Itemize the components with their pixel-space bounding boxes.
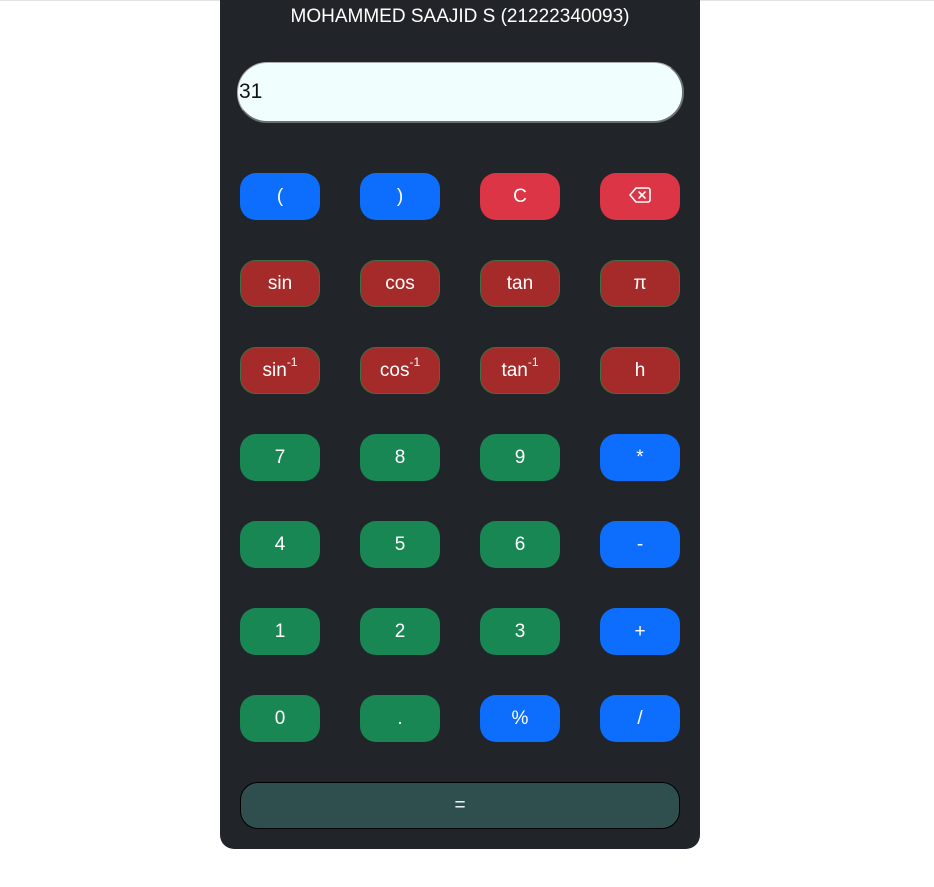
atan-button[interactable]: tan-1 — [480, 347, 560, 394]
digit-5-button[interactable]: 5 — [360, 521, 440, 568]
decimal-point-button[interactable]: . — [360, 695, 440, 742]
atan-label: tan — [501, 360, 528, 381]
calculator-title: MOHAMMED SAAJID S (21222340093) — [290, 6, 630, 27]
inverse-superscript: -1 — [409, 354, 421, 369]
close-paren-button[interactable]: ) — [360, 173, 440, 220]
multiply-button[interactable]: * — [600, 434, 680, 481]
minus-button[interactable]: - — [600, 521, 680, 568]
asin-button[interactable]: sin-1 — [240, 347, 320, 394]
plus-button[interactable]: + — [600, 608, 680, 655]
clear-button[interactable]: C — [480, 173, 560, 220]
pi-button[interactable]: π — [600, 260, 680, 307]
digit-9-button[interactable]: 9 — [480, 434, 560, 481]
inverse-superscript: -1 — [286, 354, 298, 369]
backspace-icon — [629, 187, 651, 203]
equals-button[interactable]: = — [240, 782, 680, 829]
digit-2-button[interactable]: 2 — [360, 608, 440, 655]
divide-button[interactable]: / — [600, 695, 680, 742]
digit-7-button[interactable]: 7 — [240, 434, 320, 481]
inverse-superscript: -1 — [527, 354, 539, 369]
h-button[interactable]: h — [600, 347, 680, 394]
sin-button[interactable]: sin — [240, 260, 320, 307]
display-input[interactable] — [237, 62, 684, 123]
digit-4-button[interactable]: 4 — [240, 521, 320, 568]
open-paren-button[interactable]: ( — [240, 173, 320, 220]
digit-8-button[interactable]: 8 — [360, 434, 440, 481]
tan-button[interactable]: tan — [480, 260, 560, 307]
digit-3-button[interactable]: 3 — [480, 608, 560, 655]
calculator-panel: MOHAMMED SAAJID S (21222340093) ( ) C si… — [220, 0, 700, 849]
acos-button[interactable]: cos-1 — [360, 347, 440, 394]
acos-label: cos — [379, 360, 410, 381]
digit-0-button[interactable]: 0 — [240, 695, 320, 742]
cos-button[interactable]: cos — [360, 260, 440, 307]
digit-1-button[interactable]: 1 — [240, 608, 320, 655]
backspace-button[interactable] — [600, 173, 680, 220]
digit-6-button[interactable]: 6 — [480, 521, 560, 568]
asin-label: sin — [262, 360, 287, 381]
percent-button[interactable]: % — [480, 695, 560, 742]
